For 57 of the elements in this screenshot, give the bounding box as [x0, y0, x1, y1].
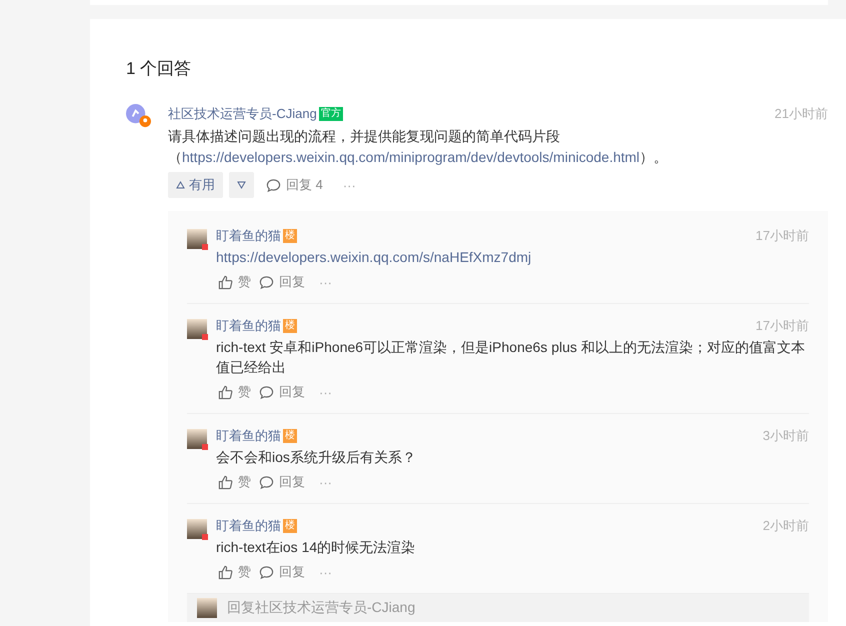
more-button[interactable]: ··· [311, 474, 340, 490]
reply-field[interactable]: 回复社区技术运营专员-CJiang [225, 598, 799, 616]
comment-icon [259, 564, 274, 580]
timestamp: 17小时前 [756, 227, 809, 245]
triangle-up-icon [176, 181, 185, 189]
reply-button[interactable]: 回复 [257, 473, 307, 491]
avatar [187, 429, 207, 449]
floor-badge: 楼 [283, 519, 297, 533]
like-button[interactable]: 赞 [216, 383, 253, 401]
author-name[interactable]: 盯着鱼的猫 [216, 517, 281, 535]
timestamp: 17小时前 [756, 317, 809, 335]
logo-icon [126, 104, 151, 129]
thumbs-up-icon [218, 274, 233, 290]
link[interactable]: https://developers.weixin.qq.com/s/naHEfXmz7dmj [216, 249, 532, 265]
reply-text: 会不会和ios系统升级后有关系？ [216, 448, 417, 467]
more-button[interactable]: ··· [311, 564, 340, 580]
avatar [197, 598, 217, 618]
downvote-button[interactable] [229, 172, 254, 198]
author-name[interactable]: 盯着鱼的猫 [216, 427, 281, 445]
avatar [187, 519, 207, 539]
reply-button[interactable]: 回复 [257, 563, 307, 581]
reply-box[interactable]: 回复社区技术运营专员-CJiang [187, 594, 809, 622]
reply-text: rich-text在ios 14的时候无法渲染 [216, 538, 416, 557]
official-badge: 官方 [318, 107, 343, 121]
thumbs-up-icon [218, 384, 233, 400]
timestamp: 2小时前 [762, 517, 809, 535]
answer-text: 请具体描述问题出现的流程，并提供能复现问题的简单代码片段（https://developers.weixin.qq.com/miniprogram/dev/devtools/minicode.html）。 [168, 127, 669, 167]
avatar [187, 319, 207, 339]
more-button[interactable]: ··· [334, 178, 364, 192]
floor-badge: 楼 [283, 319, 297, 333]
author-name[interactable]: 社区技术运营专员-CJiang [168, 105, 317, 123]
like-button[interactable]: 赞 [216, 273, 253, 291]
thumbs-up-icon [218, 474, 233, 490]
more-button[interactable]: ··· [311, 274, 340, 290]
floor-badge: 楼 [283, 429, 297, 443]
author-name[interactable]: 盯着鱼的猫 [216, 317, 281, 335]
author-name[interactable]: 盯着鱼的猫 [216, 227, 281, 245]
like-button[interactable]: 赞 [216, 473, 253, 491]
timestamp: 3小时前 [762, 427, 809, 445]
thumbs-up-icon [218, 564, 233, 580]
answers-heading: 1 个回答 [126, 58, 192, 80]
timestamp: 21小时前 [774, 105, 828, 123]
comment-icon [266, 178, 281, 192]
comment-icon [259, 274, 274, 290]
comment-icon [259, 384, 274, 400]
floor-badge: 楼 [283, 229, 297, 243]
reply-button[interactable]: 回复 [257, 273, 307, 291]
reply-text: rich-text 安卓和iPhone6可以正常渲染，但是iPhone6s plus 和以上的无法渲染；对应的值富文本值已经给出 [216, 338, 806, 377]
reply-button[interactable]: 回复 4 [260, 176, 329, 194]
more-button[interactable]: ··· [311, 384, 340, 400]
comment-icon [259, 474, 274, 490]
useful-button[interactable]: 有用 [168, 172, 223, 198]
triangle-down-icon [237, 181, 246, 189]
avatar [187, 229, 207, 249]
reply-button[interactable]: 回复 [257, 383, 307, 401]
link[interactable]: https://developers.weixin.qq.com/miniprogram/dev/devtools/minicode.html [182, 149, 640, 165]
like-button[interactable]: 赞 [216, 563, 253, 581]
